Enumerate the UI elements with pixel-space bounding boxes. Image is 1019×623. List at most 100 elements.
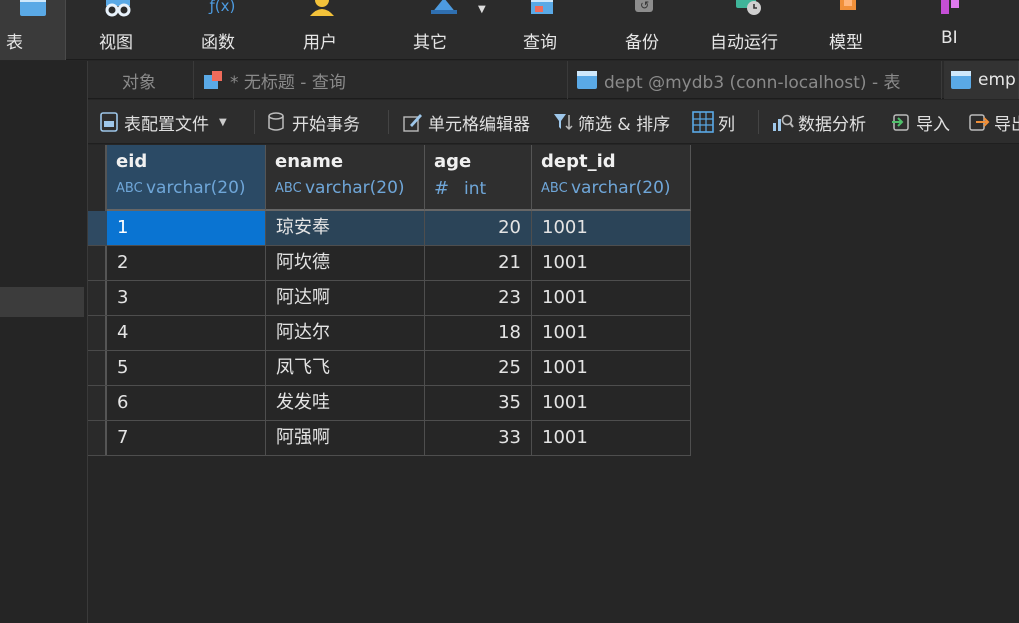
grid-cell-dept-id[interactable]: 1001 xyxy=(532,281,691,316)
grid-cell-eid[interactable]: 1 xyxy=(107,211,266,246)
svg-text:↺: ↺ xyxy=(640,0,649,12)
toolbar-separator xyxy=(388,110,389,134)
ribbon-user-button[interactable]: 用户 xyxy=(286,0,358,60)
grid-cell-ename[interactable]: 发发哇 xyxy=(266,386,425,421)
grid-cell-eid[interactable]: 6 xyxy=(107,386,266,421)
import-icon xyxy=(892,114,909,131)
cell-editor-button[interactable]: 单元格编辑器 xyxy=(402,100,530,144)
ribbon-model-button[interactable]: 模型 xyxy=(812,0,884,60)
grid-cell-age[interactable]: 33 xyxy=(425,421,532,456)
grid-cell-dept-id[interactable]: 1001 xyxy=(532,386,691,421)
column-header-age[interactable]: age # int xyxy=(425,145,532,211)
view-icon xyxy=(105,0,131,17)
grid-cell-dept-id[interactable]: 1001 xyxy=(532,316,691,351)
grid-cell-ename[interactable]: 阿坎德 xyxy=(266,246,425,281)
row-header[interactable] xyxy=(88,421,107,456)
filter-sort-button[interactable]: 筛选 & 排序 xyxy=(552,100,670,144)
ribbon-label: 查询 xyxy=(523,33,557,53)
grid-cell-ename[interactable]: 阿达啊 xyxy=(266,281,425,316)
grid-cell-age[interactable]: 23 xyxy=(425,281,532,316)
user-icon xyxy=(310,0,334,16)
tab-label: emp xyxy=(978,70,1016,90)
column-type-label: int xyxy=(464,178,487,199)
row-header[interactable] xyxy=(88,246,107,281)
row-header[interactable] xyxy=(88,386,107,421)
tab-dept-table[interactable]: dept @mydb3 (conn-localhost) - 表 xyxy=(568,61,942,99)
row-header[interactable] xyxy=(88,351,107,386)
tab-label: dept @mydb3 (conn-localhost) - 表 xyxy=(604,72,901,93)
toolbar-separator xyxy=(254,110,255,134)
row-header[interactable] xyxy=(88,281,107,316)
main-ribbon: 表 视图 ƒ(x) 函数 用户 ▼ 其它 查询 ↺ 备份 自动运行 模型 BI xyxy=(0,0,1019,60)
column-header-eid[interactable]: eid ABC varchar(20) xyxy=(107,145,266,211)
column-header-dept-id[interactable]: dept_id ABC varchar(20) xyxy=(532,145,691,211)
grid-cell-eid[interactable]: 3 xyxy=(107,281,266,316)
ribbon-label: 自动运行 xyxy=(710,33,778,53)
ribbon-label: 表 xyxy=(6,33,23,53)
grid-cell-age[interactable]: 21 xyxy=(425,246,532,281)
begin-transaction-button[interactable]: 开始事务 xyxy=(266,100,360,144)
table-icon xyxy=(19,0,46,16)
ribbon-label: BI xyxy=(941,28,958,48)
grid-cell-dept-id[interactable]: 1001 xyxy=(532,211,691,246)
grid-cell-dept-id[interactable]: 1001 xyxy=(532,246,691,281)
grid-cell-ename[interactable]: 阿强啊 xyxy=(266,421,425,456)
tab-objects[interactable]: 对象 xyxy=(88,61,194,99)
edit-icon xyxy=(403,114,422,132)
filter-icon xyxy=(554,114,573,131)
row-header[interactable] xyxy=(88,211,107,246)
tool-label: 列 xyxy=(718,114,735,135)
analysis-icon xyxy=(773,114,794,131)
ribbon-function-button[interactable]: ƒ(x) 函数 xyxy=(184,0,256,60)
grid-cell-eid[interactable]: 7 xyxy=(107,421,266,456)
data-grid: eid ABC varchar(20) ename ABC varchar(20) … xyxy=(88,145,1019,623)
tab-untitled-query[interactable]: * 无标题 - 查询 xyxy=(194,61,568,99)
ribbon-table-button[interactable]: 表 xyxy=(0,0,66,60)
grid-cell-ename[interactable]: 凤飞飞 xyxy=(266,351,425,386)
grid-cell-ename[interactable]: 琼安奉 xyxy=(266,211,425,246)
grid-cell-age[interactable]: 25 xyxy=(425,351,532,386)
column-name: dept_id xyxy=(541,151,616,172)
ribbon-label: 视图 xyxy=(99,33,133,53)
grid-cell-eid[interactable]: 5 xyxy=(107,351,266,386)
column-type-label: varchar(20) xyxy=(305,178,405,198)
chevron-down-icon[interactable]: ▼ xyxy=(478,4,486,15)
tab-emp-table[interactable]: emp xyxy=(944,61,1019,99)
tool-label: 导出 xyxy=(994,114,1019,135)
ribbon-view-button[interactable]: 视图 xyxy=(82,0,154,60)
grid-cell-eid[interactable]: 4 xyxy=(107,316,266,351)
grid-cell-age[interactable]: 18 xyxy=(425,316,532,351)
tool-label: 表配置文件 xyxy=(124,114,209,135)
ribbon-backup-button[interactable]: ↺ 备份 xyxy=(608,0,680,60)
data-analysis-button[interactable]: 数据分析 xyxy=(772,100,866,144)
grid-cell-eid[interactable]: 2 xyxy=(107,246,266,281)
auto-run-icon xyxy=(736,0,761,15)
table-icon xyxy=(951,71,971,89)
ribbon-other-button[interactable]: ▼ 其它 xyxy=(396,0,492,60)
grid-cell-age[interactable]: 35 xyxy=(425,386,532,421)
grid-cell-dept-id[interactable]: 1001 xyxy=(532,351,691,386)
navigator-selected-item[interactable] xyxy=(0,287,84,317)
columns-button[interactable]: 列 xyxy=(692,100,735,144)
ribbon-label: 模型 xyxy=(829,33,863,53)
chevron-down-icon[interactable]: ▼ xyxy=(219,117,227,128)
tab-bar: 对象 * 无标题 - 查询 dept @mydb3 (conn-localhos… xyxy=(88,61,1019,99)
export-button[interactable]: 导出 xyxy=(968,100,1019,144)
table-icon xyxy=(577,71,597,89)
column-header-ename[interactable]: ename ABC varchar(20) xyxy=(266,145,425,211)
row-header[interactable] xyxy=(88,316,107,351)
grid-cell-dept-id[interactable]: 1001 xyxy=(532,421,691,456)
ribbon-bi-button[interactable]: BI xyxy=(914,0,986,60)
grid-cell-ename[interactable]: 阿达尔 xyxy=(266,316,425,351)
column-type: ABC varchar(20) xyxy=(275,178,415,198)
ribbon-auto-run-button[interactable]: 自动运行 xyxy=(702,0,792,60)
import-button[interactable]: 导入 xyxy=(890,100,950,144)
query-icon xyxy=(531,0,553,14)
number-type-icon: # xyxy=(434,178,450,199)
grid-cell-age[interactable]: 20 xyxy=(425,211,532,246)
ribbon-query-button[interactable]: 查询 xyxy=(506,0,578,60)
table-config-button[interactable]: 表配置文件 ▼ xyxy=(98,100,227,144)
text-type-icon: ABC xyxy=(116,180,143,196)
column-name: age xyxy=(434,151,472,172)
ribbon-label: 用户 xyxy=(303,33,337,53)
